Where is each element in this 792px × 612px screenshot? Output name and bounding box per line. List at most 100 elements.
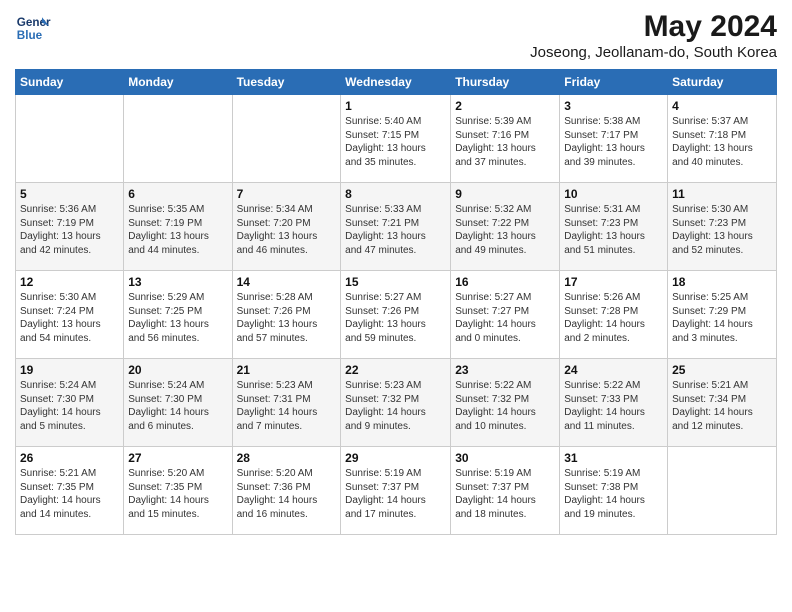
calendar-day-cell: 5 Sunrise: 5:36 AM Sunset: 7:19 PM Daylig… xyxy=(16,183,124,271)
calendar-day-cell: 4Sunrise: 5:37 AM Sunset: 7:18 PM Daylig… xyxy=(668,95,777,183)
day-info: Sunrise: 5:23 AM Sunset: 7:32 PM Dayligh… xyxy=(345,379,446,433)
calendar-day-cell: 7 Sunrise: 5:34 AM Sunset: 7:20 PM Daylig… xyxy=(232,183,341,271)
calendar-day-cell: 3Sunrise: 5:38 AM Sunset: 7:17 PM Daylig… xyxy=(560,95,668,183)
day-number: 31 xyxy=(564,451,663,465)
day-number: 14 xyxy=(237,275,337,289)
day-number: 23 xyxy=(455,363,555,377)
weekday-header-friday: Friday xyxy=(560,70,668,95)
calendar-table: SundayMondayTuesdayWednesdayThursdayFrid… xyxy=(15,69,777,535)
day-number: 7 xyxy=(237,187,337,201)
day-info: Sunrise: 5:35 AM Sunset: 7:19 PM Dayligh… xyxy=(128,203,227,257)
svg-text:Blue: Blue xyxy=(17,29,43,42)
page-header: General Blue May 2024 Joseong, Jeollanam… xyxy=(15,10,777,61)
day-number: 24 xyxy=(564,363,663,377)
calendar-day-cell: 13 Sunrise: 5:29 AM Sunset: 7:25 PM Dayli… xyxy=(124,271,232,359)
day-info: Sunrise: 5:21 AM Sunset: 7:35 PM Dayligh… xyxy=(20,467,119,521)
day-number: 9 xyxy=(455,187,555,201)
logo: General Blue xyxy=(15,10,51,46)
calendar-day-cell: 10 Sunrise: 5:31 AM Sunset: 7:23 PM Dayli… xyxy=(560,183,668,271)
calendar-day-cell: 14 Sunrise: 5:28 AM Sunset: 7:26 PM Dayli… xyxy=(232,271,341,359)
day-info: Sunrise: 5:26 AM Sunset: 7:28 PM Dayligh… xyxy=(564,291,663,345)
day-number: 5 xyxy=(20,187,119,201)
calendar-day-cell: 21 Sunrise: 5:23 AM Sunset: 7:31 PM Dayli… xyxy=(232,359,341,447)
day-info: Sunrise: 5:36 AM Sunset: 7:19 PM Dayligh… xyxy=(20,203,119,257)
day-number: 12 xyxy=(20,275,119,289)
calendar-day-cell: 12Sunrise: 5:30 AM Sunset: 7:24 PM Dayli… xyxy=(16,271,124,359)
day-info: Sunrise: 5:20 AM Sunset: 7:35 PM Dayligh… xyxy=(128,467,227,521)
day-info: Sunrise: 5:39 AM Sunset: 7:16 PM Dayligh… xyxy=(455,115,555,169)
day-info: Sunrise: 5:34 AM Sunset: 7:20 PM Dayligh… xyxy=(237,203,337,257)
empty-cell xyxy=(16,95,124,183)
day-number: 18 xyxy=(672,275,772,289)
day-number: 1 xyxy=(345,99,446,113)
day-number: 8 xyxy=(345,187,446,201)
day-number: 13 xyxy=(128,275,227,289)
day-info: Sunrise: 5:29 AM Sunset: 7:25 PM Dayligh… xyxy=(128,291,227,345)
calendar-week-row: 19Sunrise: 5:24 AM Sunset: 7:30 PM Dayli… xyxy=(16,359,777,447)
day-info: Sunrise: 5:33 AM Sunset: 7:21 PM Dayligh… xyxy=(345,203,446,257)
day-number: 10 xyxy=(564,187,663,201)
day-info: Sunrise: 5:31 AM Sunset: 7:23 PM Dayligh… xyxy=(564,203,663,257)
day-number: 11 xyxy=(672,187,772,201)
calendar-day-cell: 6 Sunrise: 5:35 AM Sunset: 7:19 PM Daylig… xyxy=(124,183,232,271)
weekday-header-saturday: Saturday xyxy=(668,70,777,95)
location: Joseong, Jeollanam-do, South Korea xyxy=(530,44,777,61)
weekday-header-wednesday: Wednesday xyxy=(341,70,451,95)
day-info: Sunrise: 5:27 AM Sunset: 7:27 PM Dayligh… xyxy=(455,291,555,345)
day-number: 22 xyxy=(345,363,446,377)
day-info: Sunrise: 5:21 AM Sunset: 7:34 PM Dayligh… xyxy=(672,379,772,433)
day-info: Sunrise: 5:23 AM Sunset: 7:31 PM Dayligh… xyxy=(237,379,337,433)
day-info: Sunrise: 5:22 AM Sunset: 7:32 PM Dayligh… xyxy=(455,379,555,433)
calendar-day-cell: 18 Sunrise: 5:25 AM Sunset: 7:29 PM Dayli… xyxy=(668,271,777,359)
month-year: May 2024 xyxy=(530,10,777,44)
day-info: Sunrise: 5:40 AM Sunset: 7:15 PM Dayligh… xyxy=(345,115,446,169)
calendar-day-cell: 19Sunrise: 5:24 AM Sunset: 7:30 PM Dayli… xyxy=(16,359,124,447)
calendar-week-row: 26 Sunrise: 5:21 AM Sunset: 7:35 PM Dayli… xyxy=(16,447,777,535)
day-number: 30 xyxy=(455,451,555,465)
day-number: 26 xyxy=(20,451,119,465)
calendar-week-row: 1 Sunrise: 5:40 AM Sunset: 7:15 PM Daylig… xyxy=(16,95,777,183)
day-info: Sunrise: 5:27 AM Sunset: 7:26 PM Dayligh… xyxy=(345,291,446,345)
calendar-week-row: 5 Sunrise: 5:36 AM Sunset: 7:19 PM Daylig… xyxy=(16,183,777,271)
day-number: 27 xyxy=(128,451,227,465)
calendar-day-cell: 22 Sunrise: 5:23 AM Sunset: 7:32 PM Dayli… xyxy=(341,359,451,447)
day-number: 17 xyxy=(564,275,663,289)
day-number: 16 xyxy=(455,275,555,289)
day-number: 25 xyxy=(672,363,772,377)
calendar-day-cell: 30 Sunrise: 5:19 AM Sunset: 7:37 PM Dayli… xyxy=(451,447,560,535)
weekday-header-row: SundayMondayTuesdayWednesdayThursdayFrid… xyxy=(16,70,777,95)
weekday-header-monday: Monday xyxy=(124,70,232,95)
day-number: 29 xyxy=(345,451,446,465)
day-info: Sunrise: 5:32 AM Sunset: 7:22 PM Dayligh… xyxy=(455,203,555,257)
day-info: Sunrise: 5:28 AM Sunset: 7:26 PM Dayligh… xyxy=(237,291,337,345)
day-info: Sunrise: 5:19 AM Sunset: 7:37 PM Dayligh… xyxy=(345,467,446,521)
calendar-day-cell: 2 Sunrise: 5:39 AM Sunset: 7:16 PM Daylig… xyxy=(451,95,560,183)
day-number: 15 xyxy=(345,275,446,289)
calendar-day-cell: 29 Sunrise: 5:19 AM Sunset: 7:37 PM Dayli… xyxy=(341,447,451,535)
day-info: Sunrise: 5:20 AM Sunset: 7:36 PM Dayligh… xyxy=(237,467,337,521)
day-info: Sunrise: 5:24 AM Sunset: 7:30 PM Dayligh… xyxy=(20,379,119,433)
empty-cell xyxy=(232,95,341,183)
weekday-header-thursday: Thursday xyxy=(451,70,560,95)
calendar-day-cell: 27 Sunrise: 5:20 AM Sunset: 7:35 PM Dayli… xyxy=(124,447,232,535)
calendar-day-cell: 15 Sunrise: 5:27 AM Sunset: 7:26 PM Dayli… xyxy=(341,271,451,359)
calendar-day-cell: 9 Sunrise: 5:32 AM Sunset: 7:22 PM Daylig… xyxy=(451,183,560,271)
day-number: 4 xyxy=(672,99,772,113)
day-info: Sunrise: 5:30 AM Sunset: 7:23 PM Dayligh… xyxy=(672,203,772,257)
day-number: 21 xyxy=(237,363,337,377)
calendar-day-cell: 11 Sunrise: 5:30 AM Sunset: 7:23 PM Dayli… xyxy=(668,183,777,271)
calendar-day-cell: 31Sunrise: 5:19 AM Sunset: 7:38 PM Dayli… xyxy=(560,447,668,535)
weekday-header-tuesday: Tuesday xyxy=(232,70,341,95)
day-info: Sunrise: 5:19 AM Sunset: 7:37 PM Dayligh… xyxy=(455,467,555,521)
empty-cell xyxy=(124,95,232,183)
day-info: Sunrise: 5:24 AM Sunset: 7:30 PM Dayligh… xyxy=(128,379,227,433)
day-number: 2 xyxy=(455,99,555,113)
empty-cell xyxy=(668,447,777,535)
day-info: Sunrise: 5:38 AM Sunset: 7:17 PM Dayligh… xyxy=(564,115,663,169)
day-number: 20 xyxy=(128,363,227,377)
calendar-day-cell: 26 Sunrise: 5:21 AM Sunset: 7:35 PM Dayli… xyxy=(16,447,124,535)
calendar-day-cell: 17 Sunrise: 5:26 AM Sunset: 7:28 PM Dayli… xyxy=(560,271,668,359)
day-number: 6 xyxy=(128,187,227,201)
day-info: Sunrise: 5:25 AM Sunset: 7:29 PM Dayligh… xyxy=(672,291,772,345)
calendar-day-cell: 20 Sunrise: 5:24 AM Sunset: 7:30 PM Dayli… xyxy=(124,359,232,447)
